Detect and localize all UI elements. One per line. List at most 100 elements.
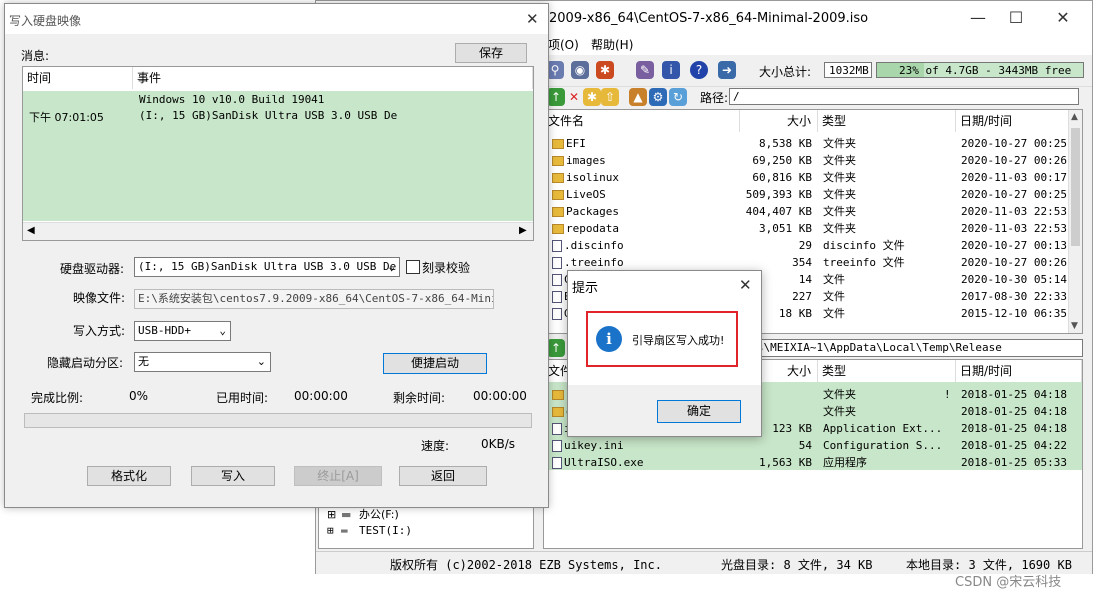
log-row[interactable]: 下午 07:01:05 Windows 10 v10.0 Build 19041… bbox=[23, 91, 533, 221]
scroll-left-icon[interactable]: ◀ bbox=[27, 225, 35, 236]
file-type: Configuration S... bbox=[823, 439, 943, 452]
info-icon[interactable]: i bbox=[662, 61, 680, 79]
local-path-input[interactable]: sers\MEIXIA~1\AppData\Local\Temp\Release bbox=[733, 339, 1083, 357]
hide-partition-select[interactable]: 无 ⌄ bbox=[134, 352, 271, 372]
log-header-event[interactable]: 事件 bbox=[133, 67, 533, 89]
fire-icon[interactable]: ✱ bbox=[596, 61, 614, 79]
file-row[interactable]: repodata 3,051 KB 文件夹 2020-11-03 22:53 bbox=[544, 220, 1068, 237]
local-header-type[interactable]: 类型 bbox=[818, 360, 956, 382]
file-row[interactable]: images 69,250 KB 文件夹 2020-10-27 00:26 bbox=[544, 152, 1068, 169]
dialog-close-icon[interactable]: ✕ bbox=[526, 10, 539, 28]
format-button[interactable]: 格式化 bbox=[87, 466, 171, 486]
write-method-select[interactable]: USB-HDD+ ⌄ bbox=[134, 321, 231, 341]
local-header-date[interactable]: 日期/时间 bbox=[956, 360, 1082, 382]
add-icon[interactable]: ↑ bbox=[547, 88, 565, 106]
file-icon bbox=[552, 308, 562, 320]
prompt-close-icon[interactable]: ✕ bbox=[739, 276, 752, 294]
quick-boot-button[interactable]: 便捷启动 bbox=[383, 353, 487, 374]
file-row[interactable]: Packages 404,407 KB 文件夹 2020-11-03 22:53 bbox=[544, 203, 1068, 220]
column-header-name[interactable]: 文件名 bbox=[544, 110, 740, 132]
delete-icon[interactable]: ✕ bbox=[565, 88, 583, 106]
messages-label: 消息: bbox=[21, 49, 50, 63]
folder-up-icon[interactable]: ⇧ bbox=[601, 88, 619, 106]
file-row[interactable]: .treeinfo 354 treeinfo 文件 2020-10-27 00:26 bbox=[544, 254, 1068, 271]
scroll-right-icon[interactable]: ▶ bbox=[519, 225, 527, 236]
help-icon[interactable]: ? bbox=[690, 61, 708, 79]
status-copyright: 版权所有 (c)2002-2018 EZB Systems, Inc. bbox=[390, 558, 662, 572]
menu-item-options[interactable]: 项(O) bbox=[548, 36, 579, 53]
complete-label: 完成比例: bbox=[31, 391, 84, 405]
column-header-type[interactable]: 类型 bbox=[818, 110, 956, 132]
speed-value: 0KB/s bbox=[481, 437, 516, 451]
drive-select[interactable]: (I:, 15 GB)SanDisk Ultra USB 3.0 USB De … bbox=[134, 257, 400, 277]
file-type: 文件夹 bbox=[823, 154, 856, 167]
image-file-input[interactable]: E:\系统安装包\centos7.9.2009-x86_64\CentOS-7-… bbox=[134, 289, 494, 309]
file-row[interactable]: EFI 8,538 KB 文件夹 2020-10-27 00:25 bbox=[544, 135, 1068, 152]
complete-value: 0% bbox=[129, 389, 149, 403]
properties-icon[interactable]: ✎ bbox=[636, 61, 654, 79]
menu-item-help[interactable]: 帮助(H) bbox=[591, 36, 633, 53]
file-row[interactable]: UltraISO.exe 1,563 KB 应用程序 2018-01-25 05:33 bbox=[544, 454, 1068, 471]
column-header-date[interactable]: 日期/时间 bbox=[956, 110, 1082, 132]
file-row[interactable]: LiveOS 509,393 KB 文件夹 2020-10-27 00:25 bbox=[544, 186, 1068, 203]
close-button[interactable]: ✕ bbox=[1048, 3, 1078, 33]
file-size: 1,563 KB bbox=[759, 456, 812, 469]
refresh-icon[interactable]: ↻ bbox=[669, 88, 687, 106]
file-row[interactable]: isolinux 60,816 KB 文件夹 2020-11-03 00:17 bbox=[544, 169, 1068, 186]
file-type: 文件 bbox=[823, 273, 845, 286]
minimize-button[interactable]: — bbox=[963, 3, 993, 33]
file-type: 文件夹 bbox=[823, 388, 856, 401]
log-header-time[interactable]: 时间 bbox=[23, 67, 133, 89]
file-icon bbox=[552, 457, 562, 469]
file-date: 2018-01-25 04:18 bbox=[961, 388, 1067, 401]
file-name: uikey.ini bbox=[552, 437, 624, 454]
extract-icon[interactable]: ▲ bbox=[629, 88, 647, 106]
file-name: repodata bbox=[552, 220, 619, 237]
settings-icon[interactable]: ⚙ bbox=[649, 88, 667, 106]
file-date: 2020-11-03 00:17 bbox=[961, 171, 1067, 184]
expand-icon[interactable]: ⊞ bbox=[327, 522, 334, 539]
log-list: 时间 事件 下午 07:01:05 Windows 10 v10.0 Build… bbox=[22, 66, 534, 241]
file-date: 2020-11-03 22:53 bbox=[961, 205, 1067, 218]
file-size: 8,538 KB bbox=[759, 137, 812, 150]
save-button[interactable]: 保存 bbox=[455, 43, 527, 63]
file-type: Application Ext... bbox=[823, 422, 943, 435]
maximize-button[interactable]: ☐ bbox=[1001, 3, 1031, 33]
file-type: 文件 bbox=[823, 290, 845, 303]
write-button[interactable]: 写入 bbox=[191, 466, 275, 486]
file-size: 404,407 KB bbox=[745, 205, 812, 218]
new-folder-icon[interactable]: ✱ bbox=[583, 88, 601, 106]
iso-scrollbar-thumb[interactable] bbox=[1071, 128, 1080, 246]
iso-scrollbar[interactable]: ▼ ▲ bbox=[1068, 110, 1082, 333]
file-name: EFI bbox=[552, 135, 586, 152]
main-window-title: 2009-x86_64\CentOS-7-x86_64-Minimal-2009… bbox=[549, 11, 869, 26]
iso-toolbar: ↑ ✕ ✱ ⇧ ▲ ⚙ ↻ 路径: / bbox=[543, 87, 1083, 107]
folder-icon bbox=[552, 224, 564, 234]
expand-icon[interactable]: ⊞ bbox=[327, 506, 336, 523]
file-row[interactable]: .discinfo 29 discinfo 文件 2020-10-27 00:13 bbox=[544, 237, 1068, 254]
file-type: 文件夹 bbox=[823, 205, 856, 218]
log-hscrollbar[interactable]: ◀ ▶ bbox=[23, 222, 533, 240]
file-date: 2017-08-30 22:33 bbox=[961, 290, 1067, 303]
scroll-up-icon[interactable]: ▲ bbox=[1071, 112, 1078, 122]
scroll-down-icon[interactable]: ▼ bbox=[1071, 321, 1078, 331]
chevron-down-icon: ⌄ bbox=[388, 260, 395, 273]
folder-icon bbox=[552, 156, 564, 166]
ok-button[interactable]: 确定 bbox=[657, 400, 741, 423]
path-label: 路径: bbox=[700, 91, 729, 105]
verify-checkbox[interactable] bbox=[406, 260, 420, 274]
file-row[interactable]: uikey.ini 54 Configuration S... 2018-01-25 … bbox=[544, 437, 1068, 454]
status-disc: 光盘目录: 8 文件, 34 KB bbox=[721, 558, 873, 572]
burn-icon[interactable]: ◉ bbox=[571, 61, 589, 79]
file-date: 2018-01-25 04:18 bbox=[961, 405, 1067, 418]
local-add-icon[interactable]: ↑ bbox=[547, 339, 565, 357]
file-date: 2020-10-27 00:13 bbox=[961, 239, 1067, 252]
back-button[interactable]: 返回 bbox=[399, 466, 487, 486]
total-size-value: 1032MB bbox=[824, 62, 872, 78]
hide-partition-label: 隐藏启动分区: bbox=[47, 356, 124, 370]
column-header-size[interactable]: 大小 bbox=[740, 110, 818, 132]
stop-button[interactable]: 终止[A] bbox=[294, 466, 382, 486]
path-input[interactable]: / bbox=[729, 88, 1079, 105]
exit-icon[interactable]: ➜ bbox=[718, 61, 736, 79]
prompt-title: 提示 bbox=[572, 281, 599, 296]
